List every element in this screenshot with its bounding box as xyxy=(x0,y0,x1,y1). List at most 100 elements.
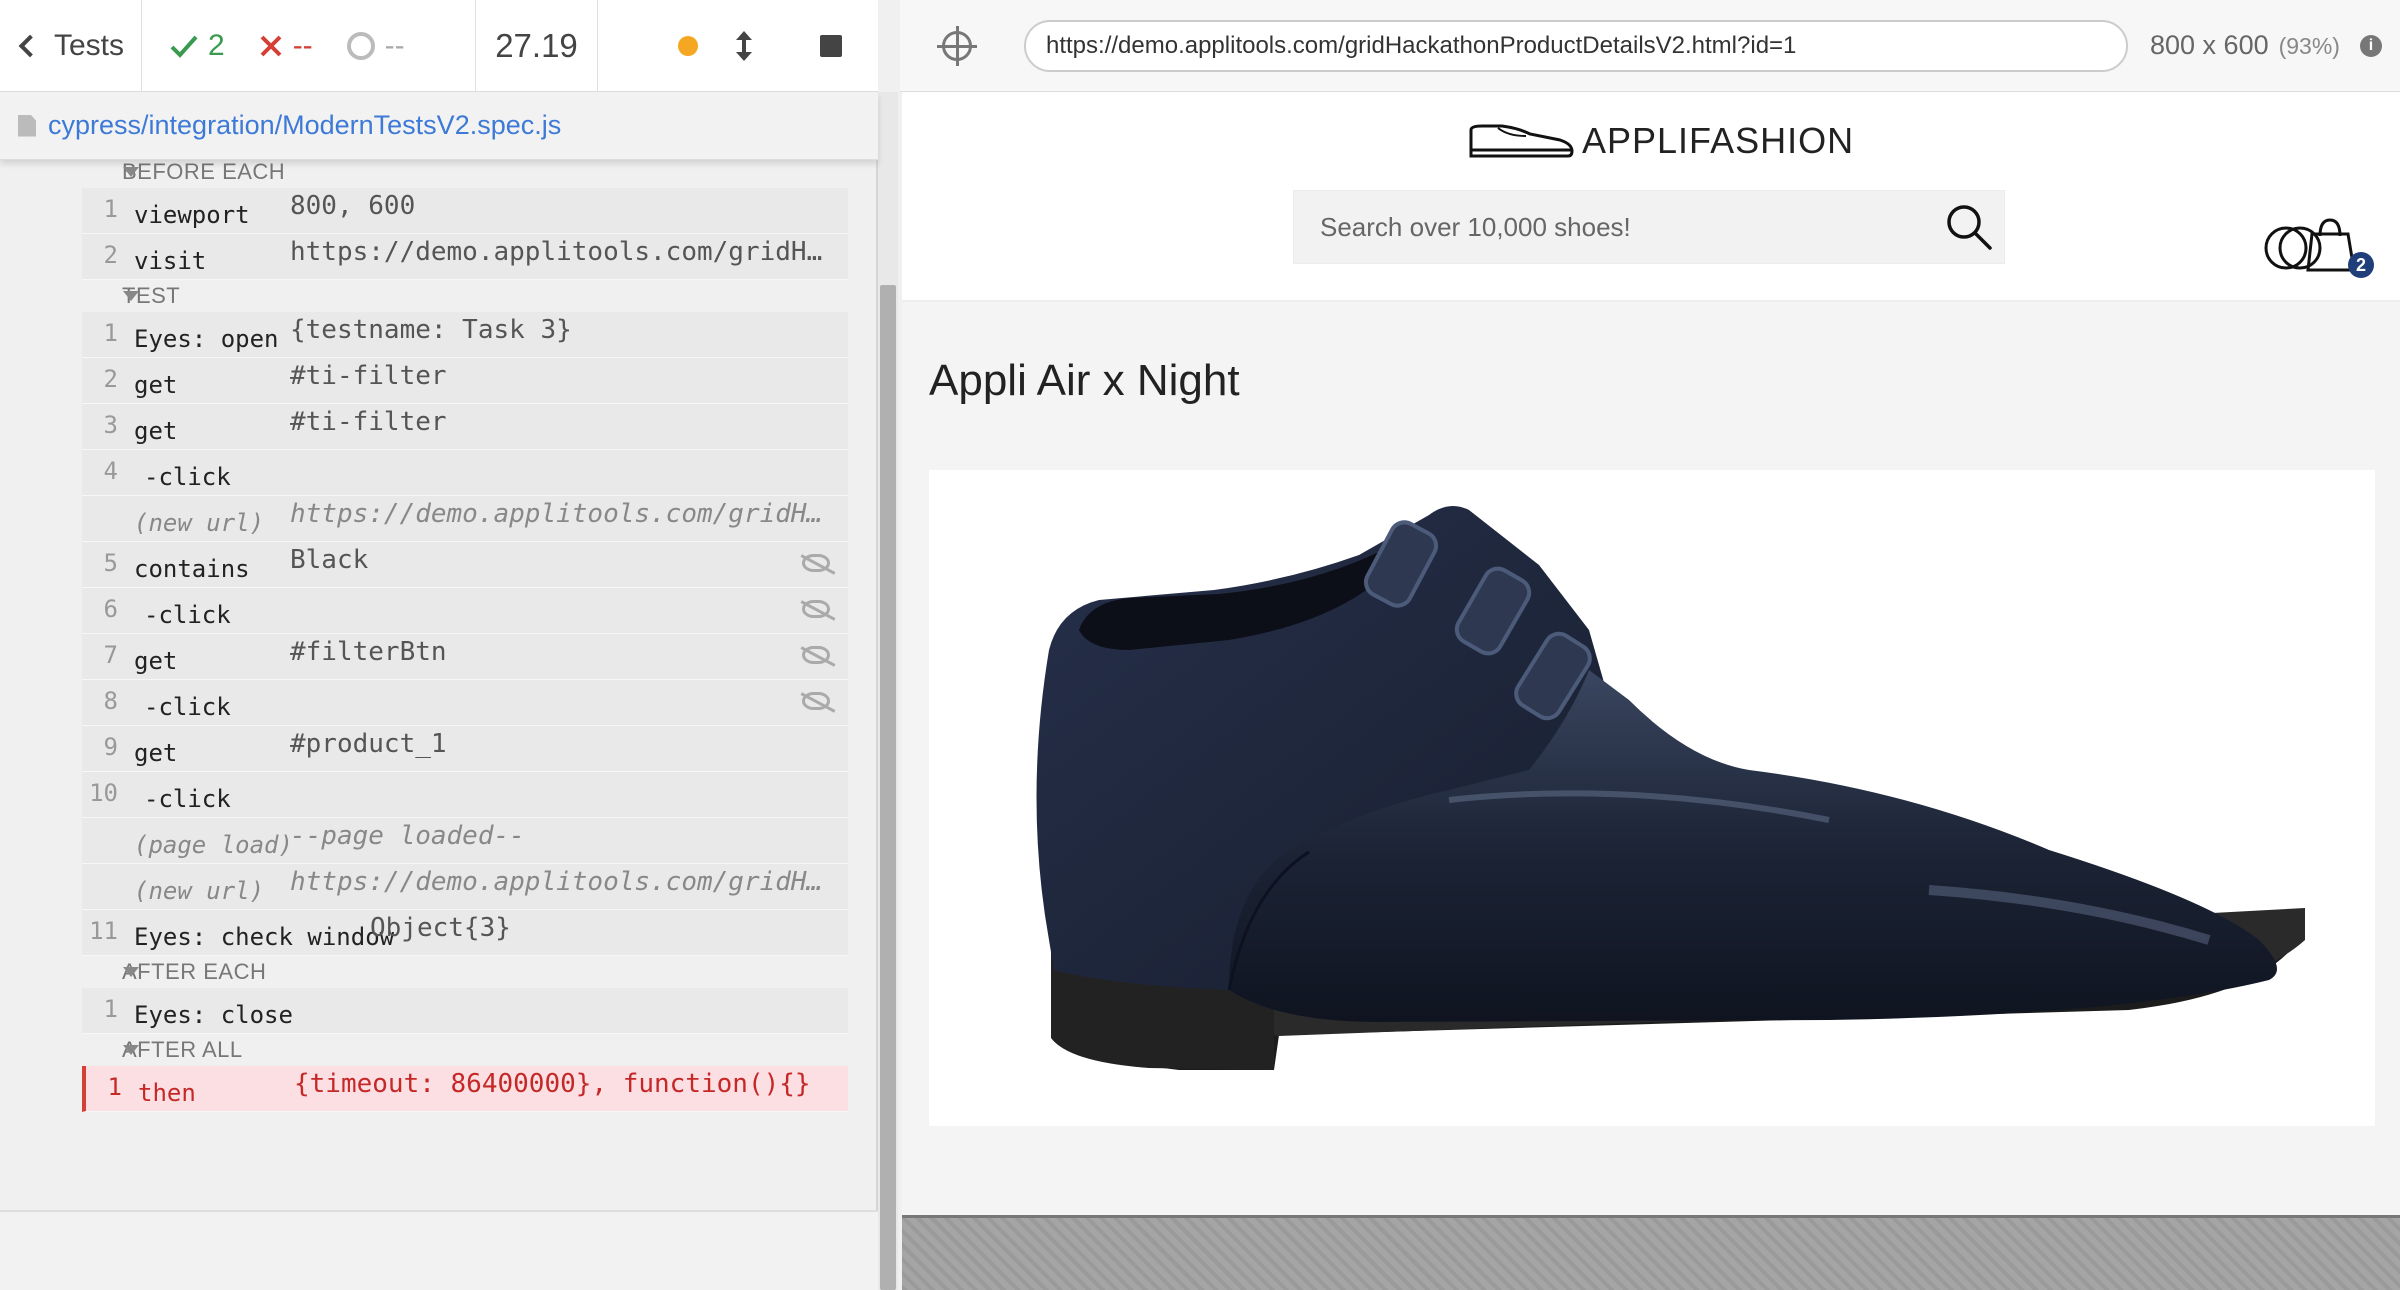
command-name: get xyxy=(134,738,178,767)
failed-stat: -- xyxy=(259,29,313,63)
command-number xyxy=(82,864,134,871)
tests-button-label: Tests xyxy=(54,29,125,62)
command-name: get xyxy=(134,646,178,675)
crosshair-icon[interactable] xyxy=(937,25,977,66)
triangle-down-icon xyxy=(123,291,139,301)
hook-after-each[interactable]: AFTER EACH xyxy=(0,956,878,988)
hook-title: BEFORE EACH xyxy=(122,160,286,184)
command-row[interactable]: 1 Eyes: close xyxy=(82,988,848,1034)
ring-icon xyxy=(346,32,375,60)
spec-path-link[interactable]: cypress/integration/ModernTestsV2.spec.j… xyxy=(48,110,561,141)
command-row[interactable]: 6 -click xyxy=(82,588,848,634)
up-down-arrows-icon[interactable] xyxy=(736,31,752,61)
search-input[interactable]: Search over 10,000 shoes! xyxy=(1320,212,1934,243)
command-message: #product_1 xyxy=(290,729,447,759)
pending-count: -- xyxy=(384,29,405,62)
app-under-test-iframe: APPLIFASHION Search over 10,000 shoes! 2… xyxy=(902,92,2400,1215)
hook-after-all[interactable]: AFTER ALL xyxy=(0,1034,878,1066)
passed-stat: 2 xyxy=(170,29,225,63)
search-field[interactable]: Search over 10,000 shoes! xyxy=(1293,190,2005,264)
command-message: Object{3} xyxy=(370,913,511,943)
test-stats: 2 -- -- xyxy=(142,0,476,92)
command-row[interactable]: 9 get #product_1 xyxy=(82,726,848,772)
command-log[interactable]: BEFORE EACH 1 viewport 800, 600 2 visit … xyxy=(0,160,878,1210)
command-name: get xyxy=(134,370,178,399)
command-row[interactable]: 7 get #filterBtn xyxy=(82,634,848,680)
scrollbar-thumb[interactable] xyxy=(880,285,896,1290)
shoe-logo-icon xyxy=(1469,124,1574,158)
command-message: https://demo.applitools.com/gridHack… xyxy=(290,867,848,897)
command-number xyxy=(82,496,134,503)
command-number: 11 xyxy=(89,917,118,945)
url-bar[interactable]: https://demo.applitools.com/gridHackatho… xyxy=(1024,19,2128,72)
x-icon xyxy=(260,35,282,57)
event-row[interactable]: (new url) https://demo.applitools.com/gr… xyxy=(82,496,848,542)
command-name: then xyxy=(138,1078,196,1107)
stop-icon[interactable] xyxy=(820,35,842,57)
eye-slash-icon xyxy=(802,646,830,664)
reporter-panel: Tests 2 -- -- 27.19 cypress/integration/… xyxy=(0,0,878,1290)
hook-title: AFTER EACH xyxy=(122,959,267,984)
command-message xyxy=(290,772,848,775)
failed-count: -- xyxy=(292,29,313,62)
hook-before-each[interactable]: BEFORE EACH xyxy=(0,160,878,188)
command-row[interactable]: 11 Eyes: check window Object{3} xyxy=(82,910,848,956)
command-number: 4 xyxy=(103,457,118,485)
command-name: -click xyxy=(144,692,231,721)
command-row[interactable]: 3 get #ti-filter xyxy=(82,404,848,450)
command-number: 8 xyxy=(103,687,118,715)
hook-test[interactable]: TEST xyxy=(0,280,878,312)
chevron-left-icon xyxy=(18,34,42,58)
command-number: 1 xyxy=(107,1073,122,1101)
search-icon[interactable] xyxy=(1934,190,2004,264)
command-name: (new url) xyxy=(134,508,265,537)
shoe-image xyxy=(1036,506,2305,1070)
command-row[interactable]: 2 get #ti-filter xyxy=(82,358,848,404)
product-image xyxy=(929,470,2375,1126)
command-name: -click xyxy=(144,600,231,629)
reporter-footer xyxy=(0,1210,878,1290)
command-row[interactable]: 1 Eyes: open {testname: Task 3} xyxy=(82,312,848,358)
command-row[interactable]: 4 -click xyxy=(82,450,848,496)
file-icon xyxy=(18,114,36,137)
site-logo[interactable]: APPLIFASHION xyxy=(1468,120,1854,162)
command-name: visit xyxy=(134,246,207,275)
viewport-info: 800 x 600 (93%) i xyxy=(2150,30,2382,61)
runner-controls xyxy=(598,0,878,92)
command-message: 800, 600 xyxy=(290,191,416,221)
command-row[interactable]: 5 contains Black xyxy=(82,542,848,588)
command-number: 1 xyxy=(103,195,118,223)
command-number: 10 xyxy=(89,779,118,807)
command-row[interactable]: 1 viewport 800, 600 xyxy=(82,188,848,234)
command-message: {timeout: 86400000}, function(){} xyxy=(294,1069,811,1099)
command-name: (new url) xyxy=(134,876,265,905)
event-row[interactable]: (new url) https://demo.applitools.com/gr… xyxy=(82,864,848,910)
reporter-header: Tests 2 -- -- 27.19 xyxy=(0,0,878,92)
command-number: 9 xyxy=(103,733,118,761)
eye-slash-icon xyxy=(802,600,830,618)
viewport-scale: (93%) xyxy=(2278,33,2340,59)
eye-slash-icon xyxy=(802,692,830,710)
command-row[interactable]: 2 visit https://demo.applitools.com/grid… xyxy=(82,234,848,280)
hook-title: AFTER ALL xyxy=(122,1037,243,1062)
command-row[interactable]: 8 -click xyxy=(82,680,848,726)
command-name: Eyes: open xyxy=(134,324,279,353)
command-number: 6 xyxy=(103,595,118,623)
command-row-failed[interactable]: 1 then {timeout: 86400000}, function(){} xyxy=(82,1066,848,1112)
command-message xyxy=(290,680,848,683)
command-name: Eyes: close xyxy=(134,1000,293,1029)
site-header: APPLIFASHION Search over 10,000 shoes! 2 xyxy=(902,92,2400,302)
command-message xyxy=(290,450,848,453)
command-number: 5 xyxy=(103,549,118,577)
product-title: Appli Air x Night xyxy=(929,356,1240,405)
command-number: 2 xyxy=(103,365,118,393)
command-row[interactable]: 10 -click xyxy=(82,772,848,818)
command-message: https://demo.applitools.com/gridHack… xyxy=(290,237,848,267)
event-row[interactable]: (page load) --page loaded-- xyxy=(82,818,848,864)
command-log-scrollbar[interactable] xyxy=(878,92,898,1290)
check-icon xyxy=(170,35,198,58)
info-icon[interactable]: i xyxy=(2359,34,2382,57)
tests-button[interactable]: Tests xyxy=(0,0,142,92)
triangle-down-icon xyxy=(123,167,139,177)
orange-dot-icon xyxy=(678,36,698,56)
